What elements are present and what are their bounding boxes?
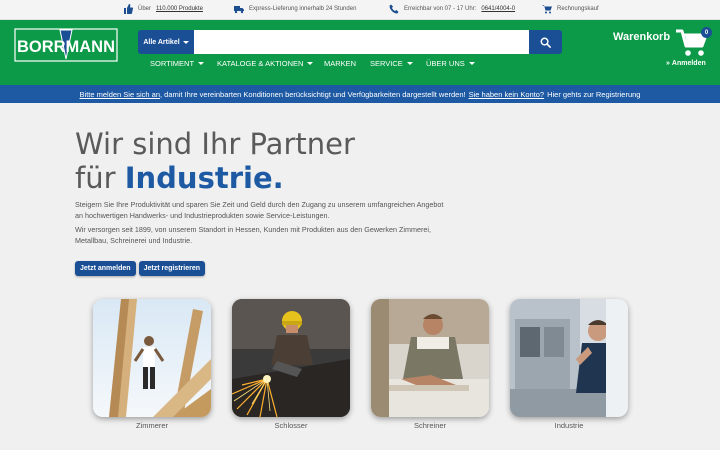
- notice-text: , damit Ihre vereinbarten Konditionen be…: [160, 89, 466, 99]
- double-chevron-right-icon: »: [666, 60, 670, 67]
- products-link[interactable]: 110.000 Produkte: [156, 6, 203, 12]
- category-tile-schlosser[interactable]: Schlosser: [232, 299, 350, 430]
- reachable-info: Erreichbar von 07 - 17 Uhr: 0641/4004-0: [389, 4, 515, 14]
- category-label: Schlosser: [274, 421, 308, 430]
- schlosser-image: [232, 299, 350, 417]
- delivery-info: Express-Lieferung innerhalb 24 Stunden: [234, 4, 356, 14]
- borrmann-logo[interactable]: BORRMANN: [14, 28, 118, 62]
- category-tile-zimmerer[interactable]: Zimmerer: [93, 299, 211, 430]
- category-tile-industrie[interactable]: Industrie: [510, 299, 628, 430]
- zimmerer-image: [93, 299, 211, 417]
- cart-count-badge: 0: [701, 27, 712, 38]
- chevron-down-icon: [468, 62, 475, 65]
- hero-title-line2: für Industrie.: [75, 161, 355, 195]
- phone-link[interactable]: 0641/4004-0: [481, 6, 515, 12]
- login-now-button[interactable]: Jetzt anmelden: [75, 261, 136, 276]
- nav-item-sortiment[interactable]: SORTIMENT: [150, 59, 205, 68]
- cart-label[interactable]: Warenkorb: [613, 31, 670, 43]
- phone-icon: [389, 4, 399, 14]
- nav-label: SORTIMENT: [150, 59, 195, 68]
- nav-item-ueber-uns[interactable]: ÜBER UNS: [426, 59, 475, 68]
- hero-actions: Jetzt anmelden Jetzt registrieren: [75, 261, 205, 276]
- category-label: Schreiner: [413, 421, 447, 430]
- login-notice-bar: Bitte melden Sie sich an, damit Ihre ver…: [0, 85, 720, 103]
- hero-paragraph-1: Steigern Sie Ihre Produktivität und spar…: [75, 200, 444, 220]
- invoice-info: Rechnungskauf: [542, 4, 599, 14]
- search-button[interactable]: [529, 30, 562, 54]
- search-icon: [540, 37, 551, 48]
- category-select[interactable]: Alle Artikel: [138, 30, 194, 54]
- hero-title-accent: Industrie.: [124, 161, 284, 195]
- login-label: Anmelden: [671, 60, 706, 67]
- products-prefix: Über: [138, 6, 152, 12]
- industrie-image: [510, 299, 628, 417]
- category-label: Zimmerer: [135, 421, 169, 430]
- category-select-label: Alle Artikel: [143, 38, 180, 46]
- logo-text: BORRMANN: [17, 37, 115, 56]
- category-label: Industrie: [554, 421, 584, 430]
- schreiner-image: [371, 299, 489, 417]
- nav-label: SERVICE: [370, 59, 403, 68]
- site-header: BORRMANN Alle Artikel Warenkorb 0 » Anme…: [0, 20, 720, 85]
- nav-item-service[interactable]: SERVICE: [370, 59, 413, 68]
- nav-label: ÜBER UNS: [426, 59, 465, 68]
- register-now-button[interactable]: Jetzt registrieren: [138, 261, 205, 276]
- products-info: Über 110.000 Produkte: [123, 4, 203, 14]
- nav-label: MARKEN: [324, 59, 357, 68]
- notice-login-link[interactable]: Bitte melden Sie sich an: [80, 90, 160, 99]
- category-tile-schreiner[interactable]: Schreiner: [371, 299, 489, 430]
- hero-paragraph-2: Wir versorgen seit 1899, von unserem Sta…: [75, 225, 431, 245]
- notice-no-account-link[interactable]: Sie haben kein Konto?: [469, 90, 544, 99]
- hero-description: Steigern Sie Ihre Produktivität und spar…: [75, 200, 445, 246]
- login-link[interactable]: » Anmelden: [666, 60, 706, 67]
- invoice-text: Rechnungskauf: [557, 6, 599, 12]
- reachable-text: Erreichbar von 07 - 17 Uhr:: [404, 6, 477, 12]
- nav-item-marken[interactable]: MARKEN: [324, 59, 356, 68]
- chevron-down-icon: [182, 40, 189, 44]
- notice-register-text[interactable]: Hier gehts zur Registrierung: [547, 90, 640, 99]
- thumbs-up-icon: [124, 4, 133, 14]
- chevron-down-icon: [406, 62, 413, 65]
- cart-small-icon: [542, 5, 552, 14]
- hero-title: Wir sind Ihr Partner für Industrie.: [75, 127, 355, 195]
- hero-title-prefix: für: [75, 161, 116, 195]
- hero-title-line1: Wir sind Ihr Partner: [75, 127, 355, 161]
- truck-icon: [234, 6, 244, 14]
- delivery-text: Express-Lieferung innerhalb 24 Stunden: [249, 6, 357, 12]
- chevron-down-icon: [307, 62, 314, 65]
- top-info-bar: Über 110.000 Produkte Express-Lieferung …: [0, 0, 720, 20]
- search-input[interactable]: [194, 30, 529, 54]
- nav-item-kataloge[interactable]: KATALOGE & AKTIONEN: [217, 59, 314, 68]
- chevron-down-icon: [198, 62, 205, 65]
- nav-label: KATALOGE & AKTIONEN: [217, 59, 304, 68]
